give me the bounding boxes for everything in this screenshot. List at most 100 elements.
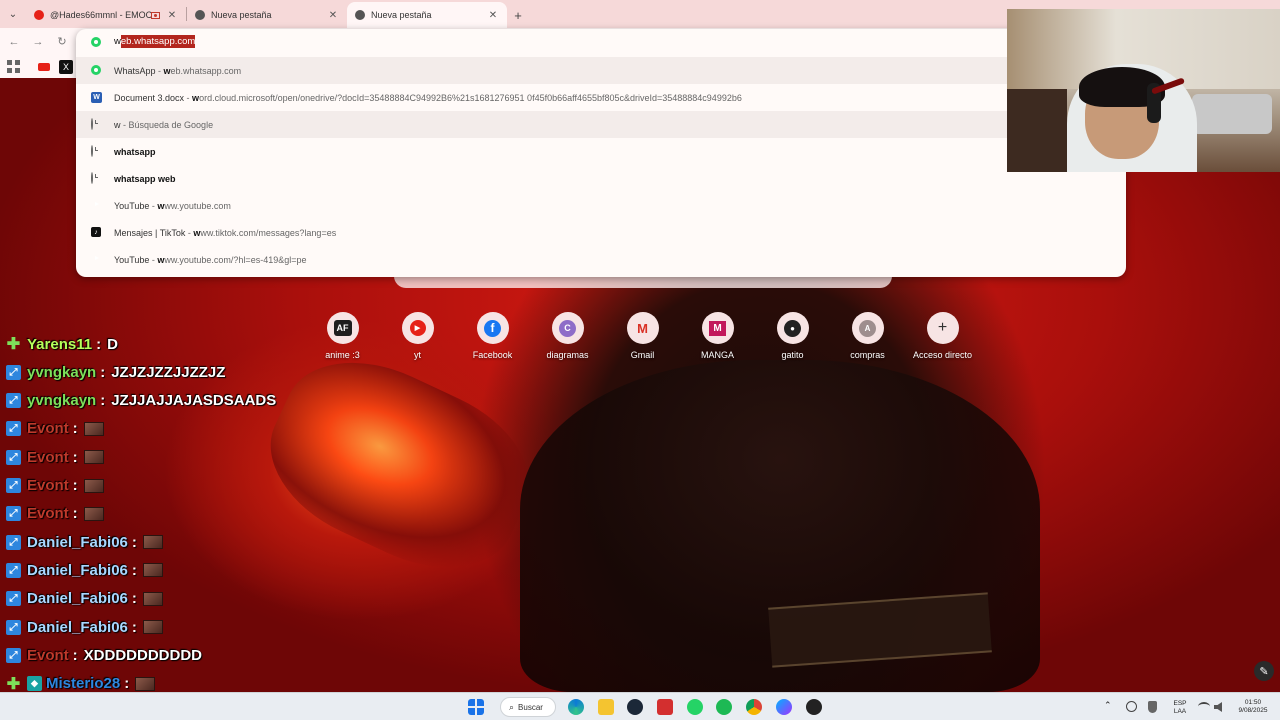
suggestion-tiktok[interactable]: ♪ Mensajes | TikTok - www.tiktok.com/mes… — [76, 219, 1126, 246]
suggestion-url: web.whatsapp.com — [164, 66, 242, 76]
url-bold: w — [192, 92, 200, 103]
chat-message: ⤢ Evont: — [6, 418, 104, 440]
chat-emote-icon — [83, 450, 104, 465]
taskbar-search-button[interactable]: ⌕ Buscar — [500, 697, 556, 717]
shortcut-manga[interactable]: M MANGA — [680, 310, 755, 360]
shortcut-anime-icon: AF — [326, 312, 359, 344]
suggestion-url: www.youtube.com — [157, 201, 231, 211]
suggestion-youtube-pe[interactable]: YouTube - www.youtube.com/?hl=es-419&gl=… — [76, 246, 1126, 273]
whatsapp-taskbar-icon[interactable] — [687, 699, 703, 715]
spotify-icon[interactable] — [716, 699, 732, 715]
chat-username: Evont — [27, 646, 69, 664]
chat-username: Evont — [27, 420, 69, 438]
shortcut-glyph: M — [637, 320, 648, 336]
chat-username: Evont — [27, 448, 69, 466]
suggestion-whatsapp[interactable]: WhatsApp - web.whatsapp.com — [76, 57, 1126, 84]
tab-close-icon[interactable]: ✕ — [327, 10, 339, 21]
url-bold: w — [163, 65, 171, 76]
wps-office-icon[interactable] — [657, 699, 673, 715]
suggestion-url: www.tiktok.com/messages?lang=es — [193, 228, 336, 238]
tray-language[interactable]: ESP LAA — [1170, 700, 1190, 716]
apps-grid-icon[interactable] — [7, 60, 21, 74]
chat-colon: : — [131, 561, 137, 579]
suggestion-sep: - — [155, 65, 164, 76]
steam-icon[interactable] — [627, 699, 643, 715]
chat-username: Daniel_Fabi06 — [27, 561, 128, 579]
forward-arrow-icon[interactable]: → — [30, 34, 46, 50]
omnibox-text[interactable]: web.whatsapp.com — [114, 35, 196, 48]
suggestion-history-whatsapp[interactable]: whatsapp — [76, 138, 1126, 165]
suggestion-text: Mensajes | TikTok - www.tiktok.com/messa… — [114, 228, 336, 238]
tab-search-menu-button[interactable]: ⌄ — [0, 0, 26, 28]
tray-language-bottom: LAA — [1173, 708, 1187, 715]
suggestion-title: Document 3.docx — [114, 92, 185, 103]
chat-badge-prime-icon: ⤢ — [6, 364, 21, 380]
tray-language-top: ESP — [1173, 700, 1187, 707]
shortcut-label: Acceso directo — [912, 350, 973, 360]
whatsapp-icon — [91, 65, 102, 76]
file-explorer-icon[interactable] — [598, 699, 614, 715]
suggestion-title: whatsapp web — [114, 173, 176, 184]
suggestion-title: Mensajes | TikTok — [114, 227, 186, 238]
chat-colon: : — [100, 363, 106, 381]
suggestion-google-search[interactable]: w - Búsqueda de Google — [76, 111, 1126, 138]
tab-favicon-youtube-icon — [34, 10, 44, 20]
messenger-icon[interactable] — [776, 699, 792, 715]
tab-2-active[interactable]: Nueva pestaña ✕ — [347, 2, 507, 28]
reload-icon[interactable]: ↻ — [54, 34, 70, 50]
suggestion-history-whatsapp-web[interactable]: whatsapp web — [76, 165, 1126, 192]
whatsapp-icon — [91, 37, 101, 47]
shortcut-gatito[interactable]: ● gatito — [755, 310, 830, 360]
chat-emote-icon — [142, 563, 163, 578]
shortcut-yt[interactable]: ▶ yt — [380, 310, 455, 360]
chat-message-text: XDDDDDDDDDD — [83, 646, 203, 664]
chat-message: ⤢ Daniel_Fabi06: — [6, 559, 163, 581]
chat-colon: : — [124, 675, 130, 693]
tab-1[interactable]: Nueva pestaña ✕ — [187, 2, 347, 28]
shortcut-gmail[interactable]: M Gmail — [605, 310, 680, 360]
shortcut-facebook[interactable]: f Facebook — [455, 310, 530, 360]
bookmark-x-icon[interactable]: X — [59, 60, 73, 74]
shortcut-add[interactable]: + Acceso directo — [905, 310, 980, 360]
shortcut-label: Gmail — [630, 350, 655, 360]
windows-taskbar: ⌕ Buscar ⌃ ESP LAA 01:50 9/08/2025 — [0, 692, 1280, 720]
shortcut-gmail-icon: M — [626, 312, 659, 344]
suggestion-youtube[interactable]: YouTube - www.youtube.com — [76, 192, 1126, 219]
suggestion-text: w - Búsqueda de Google — [114, 120, 213, 130]
tray-wifi-icon[interactable] — [1198, 702, 1210, 711]
chat-colon: : — [72, 505, 78, 523]
new-tab-button[interactable]: + — [507, 2, 529, 28]
tray-time: 01:50 — [1244, 699, 1262, 706]
tab-close-icon[interactable]: ✕ — [487, 10, 499, 21]
back-arrow-icon[interactable]: ← — [6, 34, 22, 50]
bookmark-youtube-icon[interactable] — [38, 63, 50, 71]
edge-icon[interactable] — [568, 699, 584, 715]
plus-icon: + — [926, 312, 959, 344]
search-icon: ⌕ — [509, 701, 515, 712]
customize-pencil-icon[interactable]: ✎ — [1254, 661, 1274, 681]
tray-volume-icon[interactable] — [1214, 702, 1222, 712]
tab-close-icon[interactable]: ✕ — [166, 10, 178, 21]
url-rest: ww.youtube.com — [164, 200, 231, 211]
tray-shield-icon[interactable] — [1148, 701, 1157, 713]
tray-clock[interactable]: 01:50 9/08/2025 — [1232, 699, 1274, 715]
tray-chevron-icon[interactable]: ⌃ — [1104, 701, 1112, 710]
windows-start-icon[interactable] — [468, 699, 484, 715]
tab-title: Nueva pestaña — [371, 10, 432, 20]
app-icon[interactable] — [806, 699, 822, 715]
shortcut-manga-icon: M — [701, 312, 734, 344]
shortcut-diagramas[interactable]: C diagramas — [530, 310, 605, 360]
chrome-icon[interactable] — [746, 699, 762, 715]
chat-message: ✚ Yarens11: D — [6, 333, 118, 355]
omnibox-input[interactable]: web.whatsapp.com — [76, 29, 1126, 56]
suggestion-document[interactable]: W Document 3.docx - word.cloud.microsoft… — [76, 84, 1126, 111]
tray-network-icon[interactable] — [1126, 701, 1137, 712]
shortcut-anime[interactable]: AF anime :3 — [305, 310, 380, 360]
omnibox-autocomplete-selection: eb.whatsapp.com — [120, 35, 196, 48]
tab-0[interactable]: @Hades66mmnl - EMOCIO ✕ — [26, 2, 186, 28]
shortcut-compras[interactable]: A compras — [830, 310, 905, 360]
shortcut-glyph: A — [859, 319, 876, 337]
shortcut-glyph: ● — [784, 319, 801, 337]
chat-username: yvngkayn — [27, 363, 97, 381]
tab-favicon-chrome-icon — [195, 10, 205, 20]
